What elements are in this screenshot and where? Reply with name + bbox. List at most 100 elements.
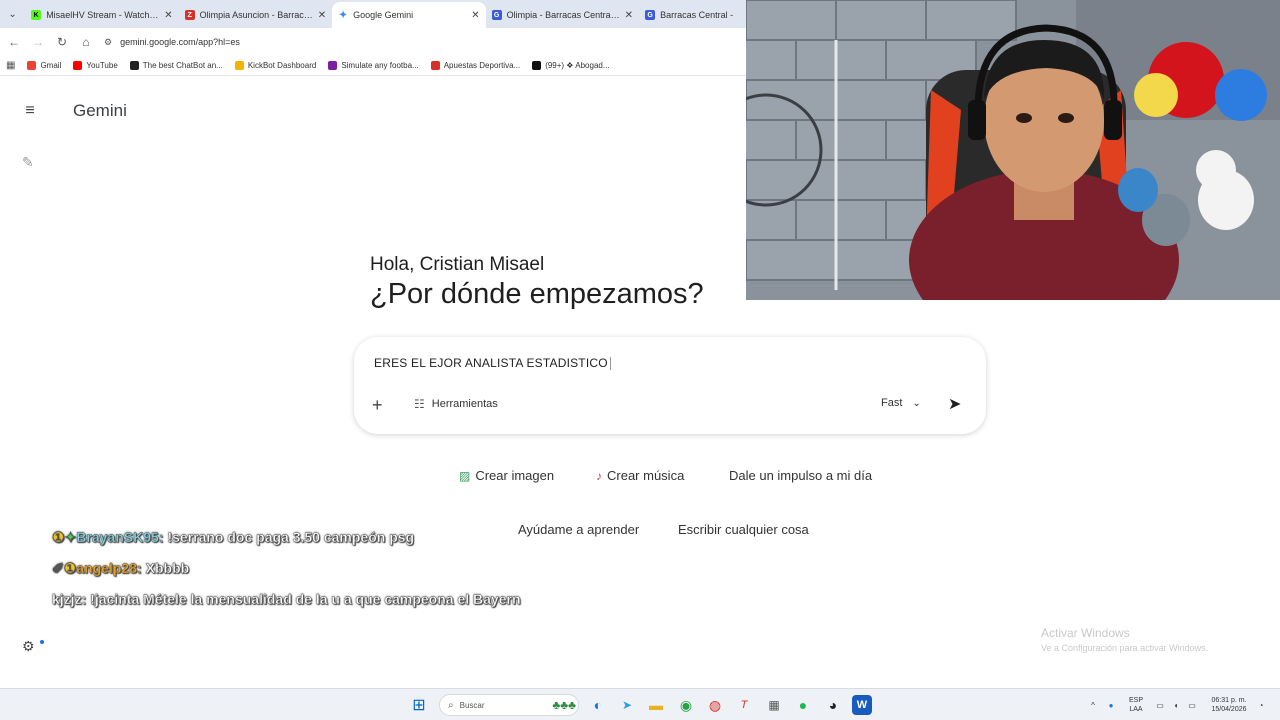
chevron-up-icon[interactable]: ^ <box>1084 701 1102 710</box>
tab-google-gemini[interactable]: ✦ Google Gemini ✕ <box>332 2 486 28</box>
tab-olimpia-asuncion[interactable]: Z Olimpia Asuncion - Barracas Ce ✕ <box>179 2 332 28</box>
chat-text: !serrano doc paga 3.50 campeón psg <box>167 529 415 545</box>
whatsapp-icon[interactable]: ◉ <box>676 695 696 715</box>
gmail-icon <box>27 61 37 70</box>
new-chat-icon[interactable]: ✎ <box>22 154 34 171</box>
volume-icon[interactable]: ◖ <box>1168 701 1184 710</box>
bookmark-chatbot[interactable]: The best ChatBot an... <box>129 61 223 70</box>
chip-label: Crear música <box>607 468 685 483</box>
forest-widget-icon: ♣♣♣ <box>552 698 576 712</box>
forward-arrow-icon[interactable]: → <box>26 30 50 54</box>
typing-app-icon[interactable]: T <box>734 695 754 715</box>
search-icon: ⌕ <box>448 699 454 711</box>
file-explorer-icon[interactable]: ▬ <box>646 695 666 715</box>
watermark-subtitle: Ve a Configuración para activar Windows. <box>1041 643 1209 653</box>
calculator-icon[interactable]: ▦ <box>764 695 784 715</box>
home-icon[interactable]: ⌂ <box>74 30 98 54</box>
clock[interactable]: 06:31 p. m. 15/04/2026 <box>1204 696 1254 714</box>
apps-grid-icon[interactable]: ▦ <box>6 60 15 71</box>
chat-sword-icon: ✐ <box>52 560 64 576</box>
chat-badge-icon: ❶ <box>63 560 77 576</box>
tab-strip: ⌄ K MisaelHV Stream - Watch Live ✕ Z Oli… <box>0 0 746 28</box>
bookmark-label: KickBot Dashboard <box>247 61 317 70</box>
battery-icon[interactable]: ▭ <box>1184 701 1200 710</box>
chat-username: BrayanSK95: <box>76 529 164 545</box>
chip-label: Escribir cualquier cosa <box>678 522 809 537</box>
chip-boost-day[interactable]: Dale un impulso a mi día <box>729 468 872 483</box>
taskbar-search[interactable]: ⌕ Buscar ♣♣♣ <box>439 694 579 716</box>
bookmark-gmail[interactable]: Gmail <box>27 61 61 70</box>
tools-button[interactable]: ☷ Herramientas <box>414 397 498 411</box>
bookmark-label: (99+) ❖ Abogad... <box>545 61 610 70</box>
chat-badge-icon: ❶ <box>52 529 65 545</box>
language-indicator[interactable]: ESP LAA <box>1120 696 1152 714</box>
chevron-down-icon: ⌄ <box>912 397 921 409</box>
taskbar: ⊞ ⌕ Buscar ♣♣♣ ◐ ➤ ▬ ◉ ◍ T ▦ ● ◕ W ^ ● E… <box>0 688 1280 720</box>
telegram-icon[interactable]: ➤ <box>617 695 637 715</box>
spotify-icon[interactable]: ● <box>793 695 813 715</box>
chip-label: Ayúdame a aprender <box>518 522 640 537</box>
bookmark-kickbot[interactable]: KickBot Dashboard <box>234 61 317 70</box>
model-selector[interactable]: Fast ⌄ <box>881 397 921 409</box>
image-icon: ▨ <box>459 468 471 483</box>
youtube-icon <box>73 61 83 70</box>
windows-activation-watermark: Activar Windows Ve a Configuración para … <box>1041 626 1208 653</box>
screen: ⌄ K MisaelHV Stream - Watch Live ✕ Z Oli… <box>0 0 1280 720</box>
close-icon[interactable]: ✕ <box>164 10 172 21</box>
add-attachment-plus-icon[interactable]: + <box>372 395 383 416</box>
network-icon[interactable]: ▭ <box>1152 701 1168 710</box>
model-label: Fast <box>881 397 903 409</box>
tab-olimpia-barracas[interactable]: G Olimpia - Barracas Central en v ✕ <box>486 2 639 28</box>
clock-time: 06:31 p. m. <box>1211 697 1247 704</box>
apuestas-icon <box>430 61 440 70</box>
gemini-brand[interactable]: Gemini <box>73 101 127 121</box>
bookmark-tiktok[interactable]: (99+) ❖ Abogad... <box>532 61 610 70</box>
chat-text: !jacinta Métele la mensualidad de la u a… <box>90 591 521 607</box>
bookmark-youtube[interactable]: YouTube <box>73 61 118 70</box>
prompt-box[interactable]: ERES EL EJOR ANALISTA ESTADISTICO + ☷ He… <box>354 337 986 434</box>
site-info-icon[interactable]: ⚙ <box>104 37 112 48</box>
bookmarks-bar: ▦ Gmail YouTube The best ChatBot an... K… <box>0 56 746 76</box>
tab-search-chevron-icon[interactable]: ⌄ <box>0 0 25 28</box>
bookmark-simulate[interactable]: Simulate any footba... <box>328 61 419 70</box>
edge-icon[interactable]: ◐ <box>588 695 608 715</box>
system-tray: ^ ● ESP LAA ▭ ◖ ▭ 06:31 p. m. 15/04/2026… <box>1084 689 1268 720</box>
notification-bell-icon[interactable]: ◔ <box>1254 701 1268 710</box>
tab-barracas-central[interactable]: G Barracas Central - <box>639 2 746 28</box>
tab-title: MisaelHV Stream - Watch Live <box>46 10 160 20</box>
prompt-value: ERES EL EJOR ANALISTA ESTADISTICO <box>374 356 608 370</box>
sliders-icon: ☷ <box>414 397 425 411</box>
send-arrow-icon[interactable]: ➤ <box>948 394 961 414</box>
chatbot-icon <box>129 61 139 70</box>
language-code: ESP <box>1128 697 1143 704</box>
close-icon[interactable]: ✕ <box>471 10 479 21</box>
chip-create-music[interactable]: ♪ Crear música <box>596 468 684 483</box>
close-icon[interactable]: ✕ <box>318 10 326 21</box>
chat-text: Xbbbb <box>145 560 190 576</box>
prompt-input[interactable]: ERES EL EJOR ANALISTA ESTADISTICO <box>374 356 611 371</box>
chip-help-learn[interactable]: Ayúdame a aprender <box>518 522 639 537</box>
webcam-overlay <box>746 0 1280 300</box>
chip-write-anything[interactable]: Escribir cualquier cosa <box>678 522 809 537</box>
hamburger-menu-icon[interactable]: ≡ <box>20 101 40 121</box>
tab-kick-stream[interactable]: K MisaelHV Stream - Watch Live ✕ <box>25 2 178 28</box>
chat-gem-icon: ✦ <box>64 529 77 545</box>
reload-icon[interactable]: ↻ <box>50 30 74 54</box>
chip-create-image[interactable]: ▨ Crear imagen <box>459 468 554 483</box>
tools-label: Herramientas <box>431 398 498 410</box>
bookmark-apuestas[interactable]: Apuestas Deportiva... <box>430 61 521 70</box>
webcam-feed-image <box>746 0 1280 300</box>
chrome-icon[interactable]: ◍ <box>705 695 725 715</box>
obs-icon[interactable]: ◕ <box>823 695 843 715</box>
settings-gear-icon[interactable]: ⚙ <box>22 638 35 655</box>
bookmark-label: Apuestas Deportiva... <box>443 61 521 70</box>
keyboard-layout: LAA <box>1129 706 1143 713</box>
microphone-icon[interactable]: ● <box>1102 701 1120 710</box>
text-caret <box>609 357 611 371</box>
close-icon[interactable]: ✕ <box>625 10 633 21</box>
back-arrow-icon[interactable]: ← <box>2 30 26 54</box>
word-icon[interactable]: W <box>852 695 872 715</box>
url-field[interactable]: ⚙ gemini.google.com/app?hl=es <box>104 37 240 48</box>
chat-message: ❶✦BrayanSK95: !serrano doc paga 3.50 camp… <box>52 526 414 549</box>
windows-start-icon[interactable]: ⊞ <box>409 695 429 715</box>
